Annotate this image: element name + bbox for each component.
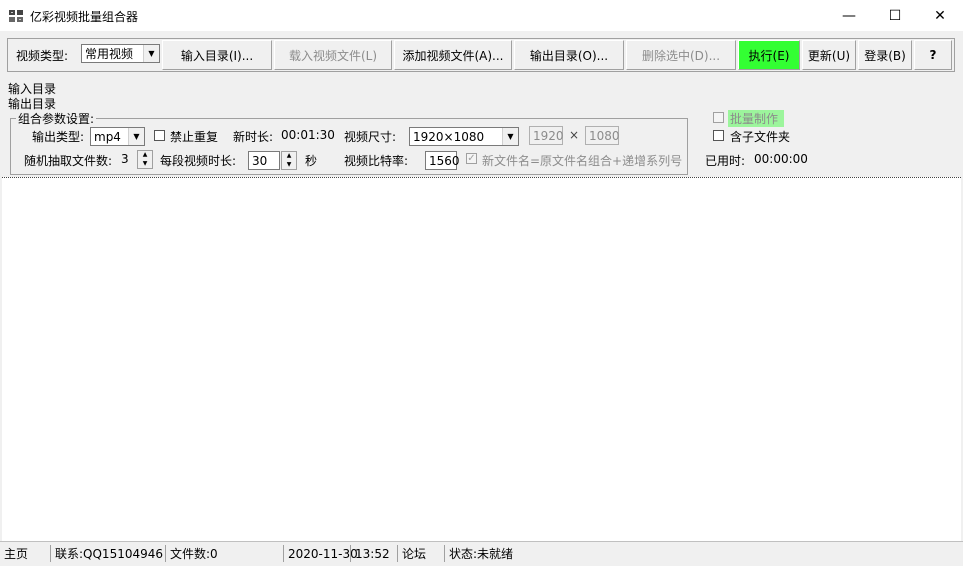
status-state: 状态:未就绪 [444,545,963,562]
no-repeat-label: 禁止重复 [170,130,219,144]
chevron-down-icon: ▼ [502,128,518,145]
update-button[interactable]: 更新(U) [802,40,856,70]
video-type-value: 常用视频 [85,47,134,61]
status-date: 2020-11-30 [283,545,358,562]
output-type-label: 输出类型: [32,130,85,144]
status-contact: 联系:QQ15104946 [50,545,165,562]
seconds-unit: 秒 [305,154,318,168]
window-title: 亿彩视频批量组合器 [30,10,139,24]
random-files-value: 3 [121,152,129,166]
output-type-select[interactable]: mp4 ▼ [90,127,145,146]
segment-duration-label: 每段视频时长: [160,154,237,168]
batch-label: 批量制作 [728,110,785,127]
filename-rule-checkbox[interactable]: ✓ [466,153,477,164]
bitrate-label: 视频比特率: [344,154,409,168]
output-dir-button[interactable]: 输出目录(O)... [514,40,624,70]
chevron-down-icon: ▼ [128,128,144,145]
elapsed-value: 00:00:00 [754,152,808,166]
new-duration-value: 00:01:30 [281,128,335,142]
height-field[interactable]: 1080 [585,126,620,145]
add-video-button[interactable]: 添加视频文件(A)... [394,40,512,70]
status-time: 13:52 [350,545,397,562]
file-list[interactable] [2,177,961,541]
app-logo-icon [9,10,23,22]
size-separator: × [569,128,580,142]
params-group-title: 组合参数设置: [16,110,97,127]
minimize-button[interactable]: — [826,0,872,31]
bitrate-field[interactable]: 1560 [425,151,460,170]
execute-button[interactable]: 执行(E) [738,40,800,70]
status-file-count: 文件数:0 [165,545,283,562]
video-size-select[interactable]: 1920×1080 ▼ [409,127,519,146]
elapsed-label: 已用时: [705,154,746,168]
subfolder-checkbox[interactable] [713,130,724,141]
subfolder-label: 含子文件夹 [730,130,791,144]
filename-rule-label: 新文件名=原文件名组合+递增系列号 [482,154,683,168]
close-button[interactable]: ✕ [917,0,963,31]
video-size-value: 1920×1080 [413,129,485,144]
batch-checkbox[interactable] [713,112,724,123]
no-repeat-checkbox[interactable] [154,130,165,141]
random-files-label: 随机抽取文件数: [24,154,113,168]
width-field[interactable]: 1920 [529,126,564,145]
segment-duration-spinner[interactable]: ▲ ▼ [281,151,297,170]
segment-duration-field[interactable]: 30 [248,151,280,170]
video-size-label: 视频尺寸: [344,130,397,144]
random-files-spinner[interactable]: ▲ ▼ [137,150,153,169]
status-forum[interactable]: 论坛 [397,545,444,562]
login-button[interactable]: 登录(B) [858,40,912,70]
output-type-value: mp4 [94,129,121,144]
delete-selected-button[interactable]: 删除选中(D)... [626,40,736,70]
video-type-label: 视频类型: [16,49,69,63]
new-duration-label: 新时长: [233,130,274,144]
title-bar [0,0,963,31]
chevron-down-icon: ▼ [143,45,159,62]
load-video-button[interactable]: 载入视频文件(L) [274,40,392,70]
help-button[interactable]: ? [914,40,952,70]
maximize-button[interactable]: ☐ [872,0,918,31]
status-home[interactable]: 主页 [0,545,50,562]
input-dir-button[interactable]: 输入目录(I)... [162,40,272,70]
video-type-select[interactable]: 常用视频 ▼ [81,44,160,63]
